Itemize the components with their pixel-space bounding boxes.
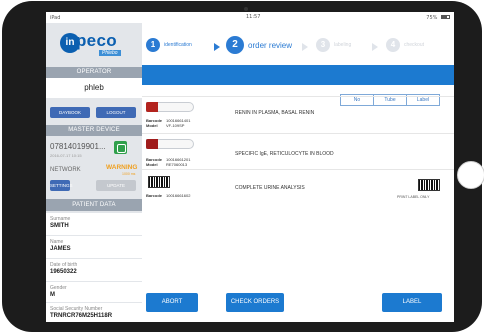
- header-band: [142, 65, 454, 85]
- patient-dob: Date of birth 19650322: [46, 259, 142, 281]
- surname-label: Surname: [50, 216, 71, 222]
- order-barcode: Barcode 10016661602: [146, 193, 190, 198]
- step-number: 3: [316, 38, 330, 52]
- network-latency: 1000 ms: [122, 172, 136, 176]
- status-bar: iPad 11:57 75%: [46, 12, 454, 23]
- step-order-review[interactable]: 2 order review: [226, 36, 292, 54]
- step-arrow-icon: [214, 43, 220, 51]
- ssn-value: TRNRCR76M25H118R: [50, 313, 113, 319]
- patient-data-header: PATIENT DATA: [46, 199, 142, 211]
- dob-label: Date of birth: [50, 262, 78, 268]
- order-model: Model RE7060013: [146, 162, 187, 167]
- patient-name: Name JAMES: [46, 236, 142, 258]
- barcode-label: Barcode: [146, 193, 163, 198]
- barcode-icon: [148, 176, 170, 188]
- app-screen: iPad 11:57 75% in peco Phlebo OPERATOR p…: [46, 12, 454, 322]
- device-id: 07814019901...: [50, 142, 106, 151]
- order-name: RENIN IN PLASMA, BASAL RENIN: [235, 110, 315, 116]
- patient-gender: Gender M: [46, 282, 142, 302]
- dob-value: 19650322: [50, 269, 77, 275]
- operator-name: phleb: [46, 78, 142, 98]
- step-label: checkout: [404, 42, 425, 48]
- print-label-only[interactable]: PRINT LABEL ONLY: [397, 195, 429, 199]
- step-checkout: 4 checkout: [386, 38, 424, 52]
- device-date: 2016-07-17 10:15: [50, 153, 82, 158]
- order-model: Model VF-109SP: [146, 123, 184, 128]
- logo-sub: Phlebo: [99, 50, 121, 56]
- step-progress: 1 identification 2 order review 3 labeli…: [142, 23, 454, 65]
- order-name: SPECIFIC IgE, RETICULOCYTE IN BLOOD: [235, 151, 334, 157]
- status-time: 11:57: [246, 14, 261, 20]
- brand-logo: in peco Phlebo: [60, 29, 140, 59]
- battery-icon: [441, 15, 450, 19]
- surname-value: SMITH: [50, 223, 69, 229]
- label-button[interactable]: LABEL: [382, 293, 442, 312]
- patient-surname: Surname SMITH: [46, 213, 142, 235]
- model-label: Model: [146, 162, 158, 167]
- network-label: NETWORK: [50, 167, 81, 173]
- settings-button[interactable]: SETTINGS: [50, 180, 73, 191]
- model-value: VF-109SP: [166, 123, 185, 128]
- step-label: labeling: [334, 42, 352, 48]
- step-label: order review: [248, 40, 293, 50]
- step-labeling: 3 labeling: [316, 38, 351, 52]
- name-value: JAMES: [50, 246, 71, 252]
- order-row[interactable]: Barcode 10016661602 COMPLETE URINE ANALYS…: [142, 169, 454, 209]
- order-name: COMPLETE URINE ANALYSIS: [235, 185, 305, 191]
- logo-word: peco: [76, 31, 117, 50]
- camera-dot: [244, 7, 248, 11]
- check-orders-button[interactable]: CHECK ORDERS: [226, 293, 284, 312]
- step-number: 1: [146, 38, 160, 52]
- step-number: 4: [386, 38, 400, 52]
- print-label-icon[interactable]: [418, 179, 440, 191]
- device-status-icon: [114, 141, 127, 154]
- gender-value: M: [50, 292, 55, 298]
- daybook-button[interactable]: DAYBOOK: [50, 107, 90, 118]
- logout-button[interactable]: LOGOUT: [96, 107, 136, 118]
- network-warning: WARNING: [106, 164, 138, 171]
- patient-ssn: Social Security Number TRNRCR76M25H118R: [46, 303, 142, 322]
- master-device-header: MASTER DEVICE: [46, 125, 142, 136]
- barcode-value: 10016661602: [166, 193, 191, 198]
- model-label: Model: [146, 123, 158, 128]
- step-arrow-icon: [302, 43, 308, 51]
- battery-percent: 75%: [426, 14, 438, 21]
- step-identification[interactable]: 1 identification: [146, 38, 192, 52]
- battery-status: 75%: [426, 15, 450, 21]
- tube-icon: [146, 102, 194, 112]
- tube-icon: [146, 139, 194, 149]
- update-button[interactable]: UPDATE: [96, 180, 136, 191]
- ssn-label: Social Security Number: [50, 306, 103, 312]
- step-number: 2: [226, 36, 244, 54]
- abort-button[interactable]: ABORT: [146, 293, 198, 312]
- order-row[interactable]: Barcode 10016661401 Model VF-109SP RENIN I…: [142, 96, 454, 132]
- home-button[interactable]: [457, 161, 484, 189]
- model-value: RE7060013: [166, 162, 188, 167]
- operator-header: OPERATOR: [46, 67, 142, 78]
- sidebar: in peco Phlebo OPERATOR phleb DAYBOOK LO…: [46, 23, 142, 322]
- gender-label: Gender: [50, 285, 67, 291]
- carrier-label: iPad: [50, 14, 61, 21]
- step-label: identification: [164, 42, 192, 48]
- name-label: Name: [50, 239, 64, 245]
- step-arrow-icon: [372, 43, 378, 51]
- tablet-bezel: iPad 11:57 75% in peco Phlebo OPERATOR p…: [2, 1, 484, 332]
- order-row[interactable]: Barcode 10016661201 Model RE7060013 SPECIF…: [142, 133, 454, 169]
